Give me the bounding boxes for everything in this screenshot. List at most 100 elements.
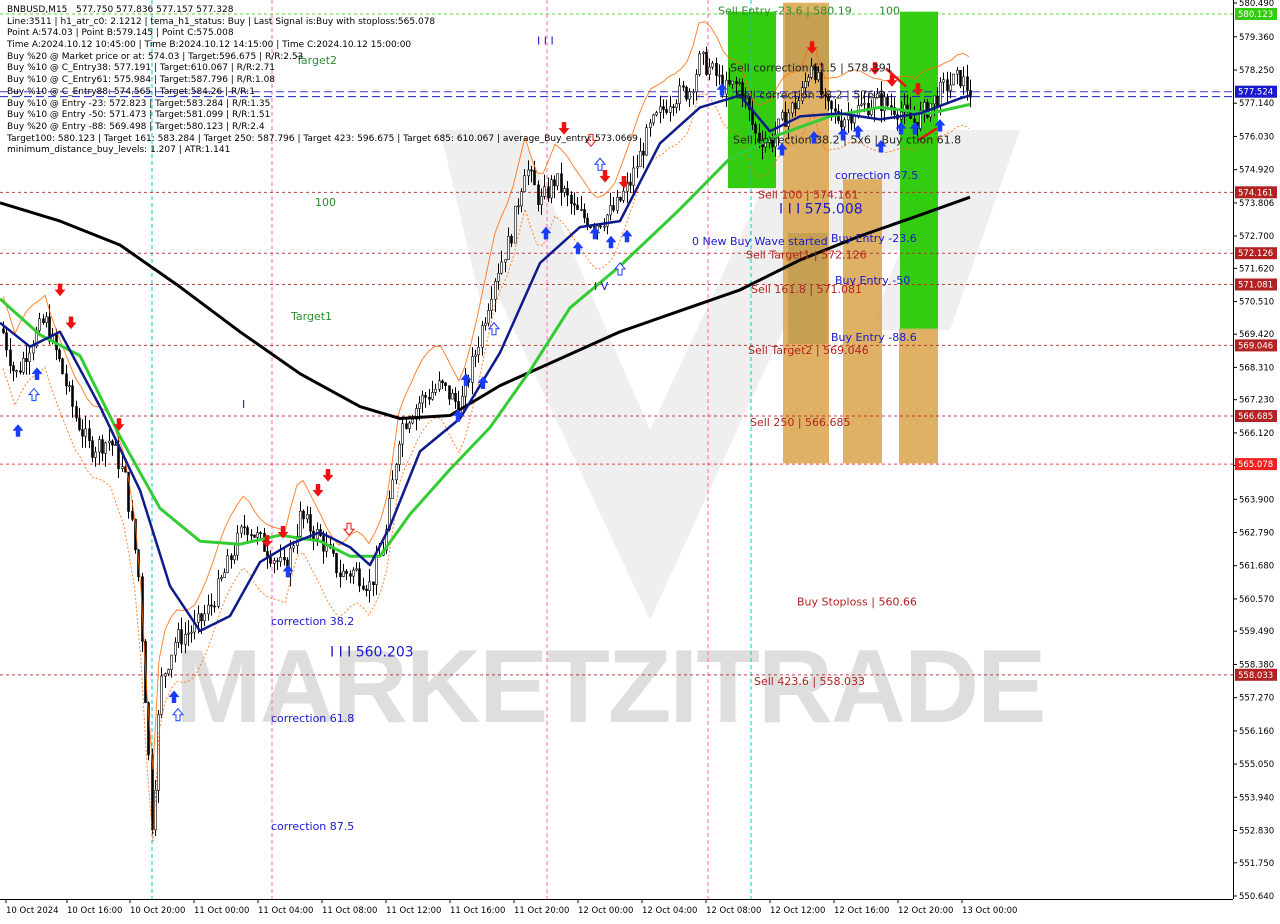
candle-body bbox=[728, 79, 731, 85]
candle-body bbox=[553, 179, 556, 187]
candle-body bbox=[187, 632, 190, 635]
zone-orange bbox=[899, 328, 938, 464]
candle-body bbox=[636, 166, 639, 169]
candle-body bbox=[639, 150, 642, 167]
candle-body bbox=[510, 236, 513, 244]
candle-body bbox=[514, 205, 517, 244]
candle-body bbox=[645, 127, 648, 156]
candle-body bbox=[685, 86, 688, 100]
candle-body bbox=[853, 115, 856, 124]
candle-body bbox=[672, 106, 675, 109]
y-tick-label: 553.940 bbox=[1239, 793, 1274, 803]
y-tick-label: 566.120 bbox=[1239, 429, 1274, 439]
chart-annotation: 100 bbox=[879, 5, 900, 18]
buy-signal-arrow bbox=[621, 229, 633, 243]
candle-body bbox=[507, 236, 510, 260]
y-tick-label: 576.030 bbox=[1239, 132, 1274, 142]
candle-body bbox=[207, 604, 210, 615]
x-tick-label: 11 Oct 00:00 bbox=[194, 906, 249, 916]
candle-body bbox=[781, 111, 784, 120]
candle-body bbox=[259, 532, 262, 534]
candle-body bbox=[121, 466, 124, 470]
sell-signal-arrow bbox=[65, 316, 77, 330]
candle-body bbox=[424, 395, 427, 398]
candle-body bbox=[200, 613, 203, 622]
buy-signal-arrow-hollow bbox=[613, 262, 627, 276]
candle-body bbox=[497, 272, 500, 282]
candle-body bbox=[101, 439, 104, 454]
candle-body bbox=[431, 392, 434, 400]
candle-body bbox=[38, 318, 41, 331]
candle-body bbox=[362, 585, 365, 590]
y-tick-label: 562.790 bbox=[1239, 529, 1274, 539]
buy-signal-arrow-hollow bbox=[27, 387, 41, 402]
chart-annotation: Sell Target2 | 569.046 bbox=[748, 344, 869, 357]
candle-body bbox=[279, 556, 282, 562]
candle-body bbox=[273, 560, 276, 564]
candle-body bbox=[167, 669, 170, 674]
candle-body bbox=[649, 122, 652, 128]
candle-body bbox=[632, 167, 635, 186]
candle-body bbox=[517, 205, 520, 208]
x-tick-label: 10 Oct 20:00 bbox=[130, 906, 185, 916]
candle-body bbox=[108, 440, 111, 444]
candle-body bbox=[609, 205, 612, 216]
info-line: Buy %10 @ C_Entry61: 575.984 | Target:58… bbox=[7, 75, 276, 86]
candle-body bbox=[114, 444, 117, 446]
candle-body bbox=[527, 169, 530, 177]
chart-annotation: Sell 161.8 | 571.081 bbox=[751, 283, 862, 296]
candle-body bbox=[537, 184, 540, 205]
chart-annotation: Target1 bbox=[290, 310, 332, 323]
info-line: Buy %20 @ Market price or at: 574.03 | T… bbox=[7, 51, 304, 62]
x-tick-label: 10 Oct 16:00 bbox=[67, 906, 122, 916]
candle-body bbox=[428, 396, 431, 400]
candle-body bbox=[791, 102, 794, 114]
candle-body bbox=[411, 418, 414, 424]
candle-body bbox=[240, 526, 243, 534]
candle-body bbox=[563, 188, 566, 193]
price-label-text: 580.123 bbox=[1238, 10, 1273, 20]
candle-body bbox=[560, 173, 563, 193]
candle-body bbox=[164, 673, 167, 677]
candle-body bbox=[233, 554, 236, 561]
candle-body bbox=[5, 332, 8, 351]
candle-body bbox=[160, 675, 163, 715]
info-line: Buy %20 @ Entry -88: 569.498 | Target:58… bbox=[7, 121, 265, 132]
info-line: Buy %10 @ C_Entry38: 577.191 | Target:61… bbox=[7, 63, 276, 74]
candle-body bbox=[226, 555, 229, 573]
candle-body bbox=[956, 70, 959, 75]
candle-body bbox=[210, 604, 213, 607]
candle-body bbox=[2, 328, 5, 333]
candle-body bbox=[256, 532, 259, 538]
candle-body bbox=[923, 101, 926, 111]
candle-body bbox=[708, 66, 711, 75]
candle-body bbox=[500, 261, 503, 274]
candle-body bbox=[669, 106, 672, 113]
y-tick-label: 574.920 bbox=[1239, 166, 1274, 176]
candle-body bbox=[243, 526, 246, 529]
price-label-text: 572.126 bbox=[1238, 249, 1273, 259]
candle-body bbox=[580, 209, 583, 211]
candle-body bbox=[599, 225, 602, 228]
buy-signal-arrow-hollow bbox=[593, 157, 607, 171]
candle-body bbox=[190, 631, 193, 634]
y-tick-label: 567.230 bbox=[1239, 396, 1274, 406]
candle-body bbox=[75, 406, 78, 419]
candle-body bbox=[962, 76, 965, 87]
y-tick-label: 555.050 bbox=[1239, 760, 1274, 770]
candle-body bbox=[481, 325, 484, 348]
candle-body bbox=[197, 613, 200, 623]
y-tick-label: 551.750 bbox=[1239, 859, 1274, 869]
y-tick-label: 568.310 bbox=[1239, 363, 1274, 373]
price-label-text: 569.046 bbox=[1238, 341, 1273, 351]
candle-body bbox=[352, 569, 355, 577]
candle-body bbox=[395, 464, 398, 481]
candle-body bbox=[302, 510, 305, 520]
chart-annotation: I I I 560.203 bbox=[330, 644, 414, 660]
candle-body bbox=[735, 80, 738, 84]
candle-body bbox=[250, 534, 253, 536]
candle-body bbox=[180, 629, 183, 645]
candle-body bbox=[794, 102, 797, 110]
candle-body bbox=[454, 392, 457, 402]
buy-signal-arrow bbox=[12, 424, 24, 437]
